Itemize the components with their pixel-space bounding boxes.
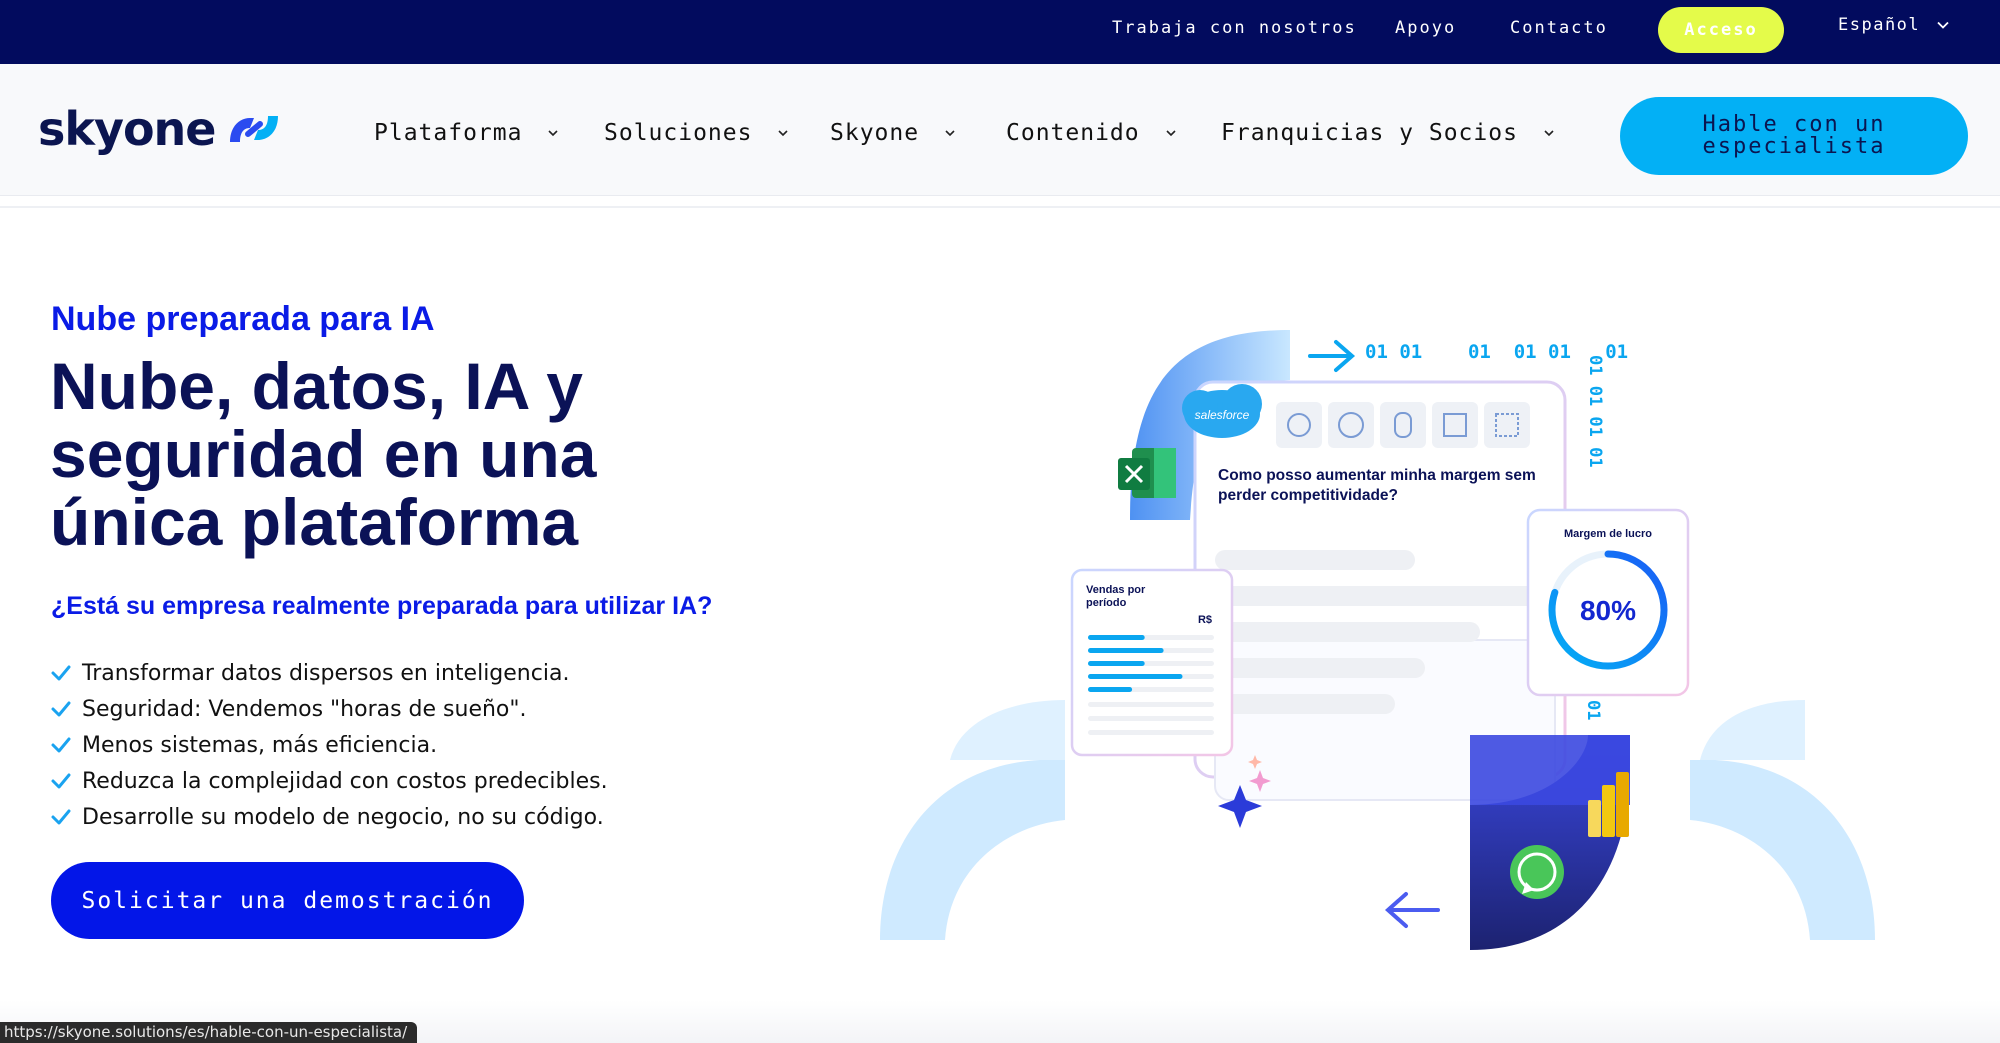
sales-bar — [1088, 635, 1145, 640]
sales-bar — [1088, 687, 1133, 692]
binary-side: 01 01 01 01 — [1585, 355, 1605, 468]
salesforce-icon: salesforce — [1182, 384, 1262, 438]
salesforce-label: salesforce — [1195, 408, 1250, 422]
list-item: Menos sistemas, más eficiencia. — [50, 727, 608, 763]
link-trabaja-con-nosotros[interactable]: Trabaja con nosotros — [1112, 18, 1357, 38]
sales-bar — [1088, 648, 1164, 653]
nav-item-plataforma[interactable]: Plataforma — [374, 120, 560, 146]
excel-icon — [1118, 448, 1176, 498]
status-bar-url: https://skyone.solutions/es/hable-con-un… — [0, 1022, 418, 1043]
list-item-text: Seguridad: Vendemos "horas de sueño". — [82, 696, 527, 722]
margin-value: 80% — [1580, 595, 1636, 626]
nav-label: Plataforma — [374, 120, 523, 146]
language-label: Español — [1838, 15, 1921, 35]
sales-card-currency: R$ — [1198, 614, 1212, 626]
nav-label: Soluciones — [604, 120, 753, 146]
chevron-down-icon — [778, 130, 789, 137]
nav-label: Franquicias y Socios — [1221, 120, 1518, 146]
skyone-logo[interactable]: skyone — [38, 106, 282, 152]
chevron-down-icon — [548, 130, 559, 137]
profit-margin-card: Margem de lucro 80% — [1526, 508, 1690, 697]
nav-item-franquicias-y-socios[interactable]: Franquicias y Socios — [1221, 120, 1556, 146]
request-demo-button[interactable]: Solicitar una demostración — [51, 862, 524, 939]
nav-item-soluciones[interactable]: Soluciones — [604, 120, 790, 146]
sales-bar — [1088, 661, 1145, 666]
login-button[interactable]: Acceso — [1658, 7, 1784, 53]
talk-to-specialist-button[interactable]: Hable con un especialista — [1620, 97, 1968, 175]
list-item: Seguridad: Vendemos "horas de sueño". — [50, 691, 608, 727]
hero-headline: Nube, datos, IA y seguridad en una única… — [50, 349, 597, 559]
list-item: Desarrolle su modelo de negocio, no su c… — [50, 799, 608, 835]
nav-label: Skyone — [830, 120, 920, 146]
arrow-right-icon — [1308, 340, 1356, 372]
whatsapp-icon — [1510, 845, 1564, 899]
check-icon — [51, 737, 71, 753]
nav-label: Contenido — [1006, 120, 1140, 146]
chevron-down-icon — [1937, 21, 1949, 29]
list-item-text: Transformar datos dispersos en inteligen… — [82, 660, 570, 686]
chat-question: Como posso aumentar minha margem sem per… — [1218, 467, 1536, 504]
margin-card-title: Margem de lucro — [1564, 528, 1652, 540]
sales-card-title: Vendas por período — [1086, 584, 1146, 609]
sales-by-period-card: Vendas por período R$ — [1070, 568, 1234, 757]
language-selector[interactable]: Español — [1838, 15, 1950, 35]
benefit-list: Transformar datos dispersos en inteligen… — [50, 655, 608, 835]
check-icon — [51, 665, 71, 681]
chevron-down-icon — [1166, 130, 1176, 137]
list-item: Transformar datos dispersos en inteligen… — [50, 655, 608, 691]
list-item-text: Menos sistemas, más eficiencia. — [82, 732, 438, 758]
logo-wordmark: skyone — [38, 102, 217, 156]
arrow-left-icon — [1384, 892, 1440, 928]
check-icon — [51, 773, 71, 789]
check-icon — [51, 701, 71, 717]
sales-bar — [1088, 674, 1183, 679]
list-item: Reduzca la complejidad con costos predec… — [50, 763, 608, 799]
chevron-down-icon — [945, 130, 955, 137]
hero-eyebrow: Nube preparada para IA — [51, 300, 435, 338]
check-icon — [51, 809, 71, 825]
nav-item-contenido[interactable]: Contenido — [1006, 120, 1178, 146]
list-item-text: Desarrolle su modelo de negocio, no su c… — [82, 804, 604, 830]
binary-low: 01 — [1583, 700, 1603, 720]
hero-illustration: Como posso aumentar minha margem sem per… — [880, 330, 1875, 950]
top-utility-bar: Trabaja con nosotros Apoyo Contacto Acce… — [0, 0, 2000, 64]
chevron-down-icon — [1544, 130, 1554, 137]
logo-mark-icon — [229, 116, 278, 142]
hero-question: ¿Está su empresa realmente preparada par… — [51, 592, 713, 620]
link-apoyo[interactable]: Apoyo — [1395, 18, 1456, 38]
list-item-text: Reduzca la complejidad con costos predec… — [82, 768, 608, 794]
link-contacto[interactable]: Contacto — [1510, 18, 1608, 38]
nav-item-skyone[interactable]: Skyone — [830, 120, 957, 146]
divider — [0, 206, 2000, 208]
integration-icons-row — [1276, 402, 1530, 448]
